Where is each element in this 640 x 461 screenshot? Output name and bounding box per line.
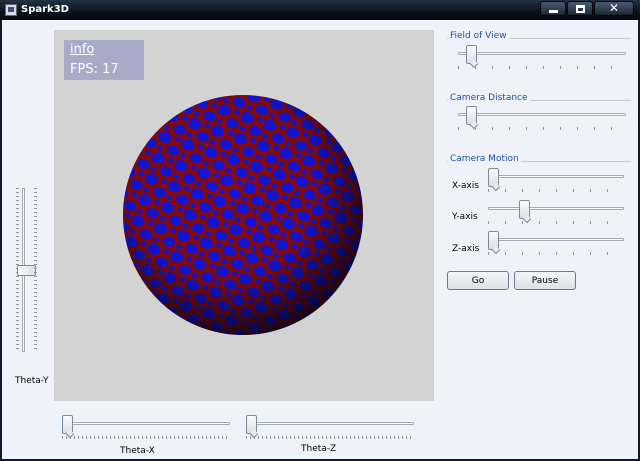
render-viewport[interactable]: info FPS: 17 (54, 30, 434, 401)
maximize-button[interactable] (567, 1, 593, 16)
theta-z-slider[interactable] (246, 415, 414, 439)
info-panel: info FPS: 17 (64, 40, 144, 80)
fov-group-title: Field of View (448, 31, 509, 41)
title-bar[interactable]: Spark3D ✕ (0, 0, 640, 20)
x-axis-thumb[interactable] (488, 168, 499, 187)
theta-x-slider[interactable] (62, 415, 230, 439)
theta-z-ticks (246, 436, 414, 439)
y-axis-track (488, 207, 624, 210)
z-axis-slider[interactable] (488, 231, 624, 255)
distance-slider[interactable] (458, 106, 626, 130)
y-axis-label: Y-axis (452, 212, 478, 222)
theta-z-label: Theta-Z (301, 444, 337, 454)
z-axis-label: Z-axis (452, 244, 480, 254)
app-window: Spark3D ✕ Theta-Y info FPS: 17 Theta-X T… (0, 0, 640, 461)
x-axis-label: X-axis (452, 181, 479, 191)
window-controls: ✕ (539, 1, 634, 17)
z-axis-ticks (488, 252, 624, 255)
theta-z-thumb[interactable] (246, 415, 257, 434)
minimize-icon (549, 10, 558, 13)
app-icon (5, 4, 17, 16)
fps-counter: FPS: 17 (70, 62, 119, 77)
theta-z-track (246, 422, 414, 425)
client-area: Theta-Y info FPS: 17 Theta-X Theta-Z Fie… (2, 20, 638, 459)
maximize-icon (576, 5, 585, 13)
z-axis-thumb[interactable] (488, 231, 499, 250)
info-link[interactable]: info (70, 42, 94, 57)
theta-x-thumb[interactable] (62, 415, 73, 434)
theta-y-slider[interactable] (14, 188, 38, 352)
theta-x-label: Theta-X (120, 446, 155, 456)
pause-button[interactable]: Pause (514, 271, 576, 290)
theta-x-ticks (62, 436, 230, 439)
go-button[interactable]: Go (447, 271, 509, 290)
theta-y-ticks-right (34, 188, 37, 352)
theta-x-track (62, 422, 230, 425)
minimize-button[interactable] (540, 1, 566, 16)
distance-ticks (458, 127, 626, 130)
fov-track (458, 52, 626, 55)
rendered-sphere (123, 95, 363, 335)
distance-group-title: Camera Distance (448, 93, 530, 103)
x-axis-slider[interactable] (488, 168, 624, 192)
y-axis-thumb[interactable] (519, 200, 530, 219)
window-title: Spark3D (21, 4, 69, 15)
z-axis-track (488, 238, 624, 241)
close-icon: ✕ (608, 1, 620, 15)
fov-slider[interactable] (458, 45, 626, 69)
close-button[interactable]: ✕ (594, 1, 634, 16)
x-axis-ticks (488, 189, 624, 192)
x-axis-track (488, 175, 624, 178)
y-axis-slider[interactable] (488, 200, 624, 224)
y-axis-ticks (488, 221, 624, 224)
fov-thumb[interactable] (466, 45, 477, 64)
theta-y-label: Theta-Y (15, 376, 49, 386)
fov-ticks (458, 66, 626, 69)
distance-track (458, 113, 626, 116)
distance-thumb[interactable] (466, 106, 477, 125)
motion-group-title: Camera Motion (448, 154, 521, 164)
